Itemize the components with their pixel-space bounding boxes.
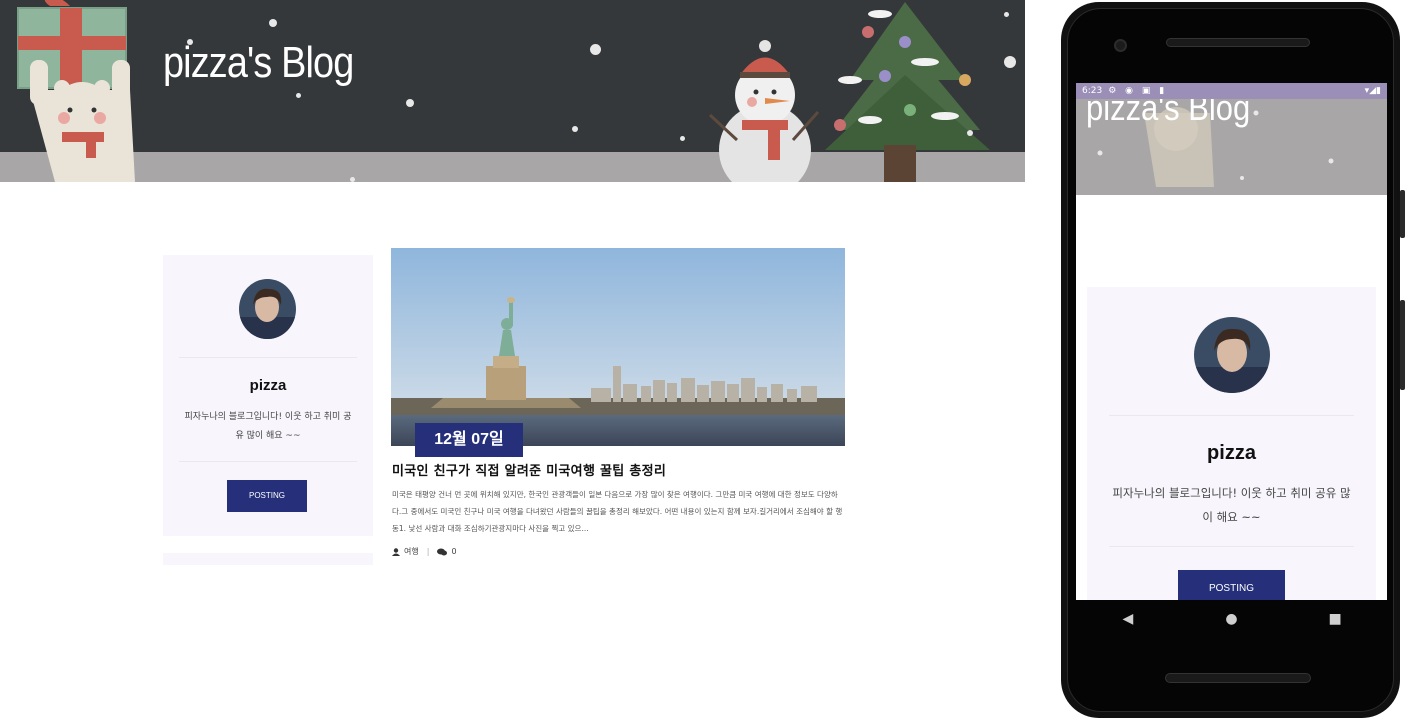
banner-illustration bbox=[17, 0, 990, 182]
meta-separator: | bbox=[426, 547, 430, 556]
snowflake bbox=[296, 93, 301, 98]
profile-name: pizza bbox=[249, 377, 287, 394]
android-nav-bar: ◀ ● ■ bbox=[1076, 600, 1387, 638]
mobile-posting-button[interactable]: POSTING bbox=[1178, 570, 1285, 600]
front-camera-icon bbox=[1114, 39, 1127, 52]
post-category[interactable]: 여행 bbox=[404, 546, 419, 557]
post-date-badge: 12월 07일 bbox=[415, 423, 523, 457]
divider bbox=[179, 357, 357, 358]
snowflake bbox=[350, 177, 355, 182]
post-meta: 여행 | 0 bbox=[392, 546, 457, 557]
signal-battery-icon: ▾◢▮ bbox=[1364, 86, 1381, 96]
blog-header-banner: pizza's Blog bbox=[0, 0, 1025, 182]
notification-icons: ⚙ ◉ ▣ ▮ bbox=[1108, 86, 1168, 96]
mobile-header-banner: pizza's Blog bbox=[1076, 83, 1387, 195]
divider bbox=[1109, 546, 1354, 547]
bottom-speaker bbox=[1165, 673, 1311, 683]
snowflake bbox=[406, 99, 414, 107]
mobile-avatar bbox=[1194, 317, 1270, 393]
snowflake bbox=[967, 130, 973, 136]
divider bbox=[1109, 415, 1354, 416]
back-icon[interactable]: ◀ bbox=[1108, 611, 1148, 627]
mobile-profile-card: pizza 피자누나의 블로그입니다! 이웃 하고 취미 공유 많이 해요 ~~… bbox=[1087, 287, 1376, 600]
recents-icon[interactable]: ■ bbox=[1315, 611, 1355, 627]
post-excerpt: 미국은 태평양 건너 먼 곳에 위치해 있지만, 한국인 관광객들이 일본 다음… bbox=[392, 490, 843, 533]
status-time: 6:23 bbox=[1082, 86, 1103, 96]
comment-icon bbox=[437, 548, 448, 555]
profile-card: pizza 피자누나의 블로그입니다! 이웃 하고 취미 공유 많이 해요 ~~… bbox=[163, 255, 373, 536]
user-icon bbox=[392, 547, 400, 556]
post-thumbnail[interactable] bbox=[391, 248, 845, 446]
earpiece-speaker bbox=[1166, 38, 1310, 47]
snowflake bbox=[269, 19, 277, 27]
snowflake bbox=[1004, 56, 1016, 68]
divider bbox=[179, 461, 357, 462]
avatar bbox=[239, 279, 296, 339]
blog-title[interactable]: pizza's Blog bbox=[163, 38, 354, 88]
profile-description: 피자누나의 블로그입니다! 이웃 하고 취미 공유 많이 해요 ~~ bbox=[184, 412, 352, 441]
volume-button bbox=[1400, 300, 1405, 390]
mobile-profile-description: 피자누나의 블로그입니다! 이웃 하고 취미 공유 많이 해요 ~~ bbox=[1112, 486, 1351, 524]
snowflake bbox=[680, 136, 685, 141]
christmas-tree-icon bbox=[825, 2, 990, 182]
sidebar-card bbox=[163, 553, 373, 565]
phone-screen: pizza's Blog 6:23 ⚙ ◉ ▣ ▮ ▾◢▮ pizza 피자누나… bbox=[1076, 83, 1387, 600]
snowflake bbox=[590, 44, 601, 55]
home-icon[interactable]: ● bbox=[1211, 611, 1251, 627]
power-button bbox=[1400, 190, 1405, 238]
android-status-bar: 6:23 ⚙ ◉ ▣ ▮ ▾◢▮ bbox=[1076, 83, 1387, 99]
post-title[interactable]: 미국인 친구가 직접 알려준 미국여행 꿀팁 총정리 bbox=[392, 460, 666, 479]
snowflake bbox=[572, 126, 578, 132]
snowman-icon bbox=[708, 40, 820, 182]
posting-button[interactable]: POSTING bbox=[227, 480, 307, 512]
mobile-profile-name: pizza bbox=[1207, 442, 1256, 464]
comment-count[interactable]: 0 bbox=[451, 547, 456, 556]
snowflake bbox=[1004, 12, 1009, 17]
